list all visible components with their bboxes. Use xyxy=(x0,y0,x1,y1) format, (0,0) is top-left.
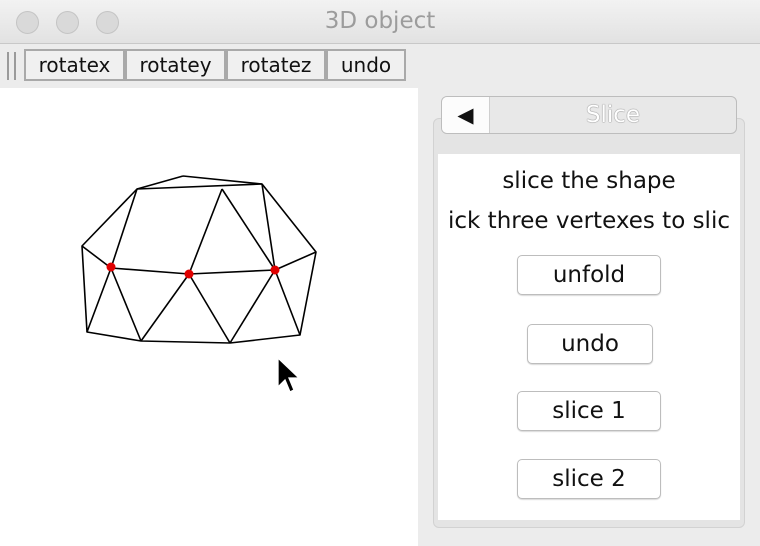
title-bar: 3D object xyxy=(0,0,760,44)
mouse-pointer-icon xyxy=(277,356,301,393)
slice-panel: ◀ Slice slice the shape ick three vertex… xyxy=(418,88,760,546)
wireframe-edge xyxy=(136,183,263,190)
slice-content: slice the shape ick three vertexes to sl… xyxy=(438,154,740,520)
wireframe-edge xyxy=(274,269,301,336)
toolbar: rotatex rotatey rotatez undo xyxy=(0,44,760,88)
toolbar-grip-handle[interactable] xyxy=(7,52,16,80)
wireframe-edge xyxy=(140,273,190,342)
back-arrow-icon[interactable]: ◀ xyxy=(442,97,490,133)
selected-vertex[interactable] xyxy=(106,262,116,272)
selected-vertex[interactable] xyxy=(184,269,194,279)
slice-instruction: ick three vertexes to slic xyxy=(448,208,730,234)
rotatey-button[interactable]: rotatey xyxy=(125,49,226,81)
wireframe-edge xyxy=(110,188,138,269)
slice-1-button[interactable]: slice 1 xyxy=(517,391,661,431)
wireframe-edge xyxy=(110,267,142,342)
3d-viewport[interactable] xyxy=(0,88,418,546)
wireframe-edge xyxy=(188,188,223,275)
window-title: 3D object xyxy=(324,8,436,34)
wireframe-edge xyxy=(188,273,231,344)
slice-tab-header: ◀ Slice xyxy=(441,96,737,134)
slice-2-button[interactable]: slice 2 xyxy=(517,459,661,499)
wireframe-edge xyxy=(86,267,112,333)
wireframe-shape xyxy=(81,175,317,393)
wireframe-edge xyxy=(221,188,276,271)
rotatez-button[interactable]: rotatez xyxy=(226,49,326,81)
slice-tab-title: Slice xyxy=(585,102,641,128)
wireframe-edge xyxy=(229,269,276,344)
selected-vertex[interactable] xyxy=(270,265,280,275)
unfold-button[interactable]: unfold xyxy=(517,255,661,295)
undo-button[interactable]: undo xyxy=(527,324,653,364)
undo-toolbar-button[interactable]: undo xyxy=(326,49,406,81)
slice-heading: slice the shape xyxy=(502,168,676,194)
wireframe-edge xyxy=(81,175,317,344)
rotatex-button[interactable]: rotatex xyxy=(24,49,125,81)
